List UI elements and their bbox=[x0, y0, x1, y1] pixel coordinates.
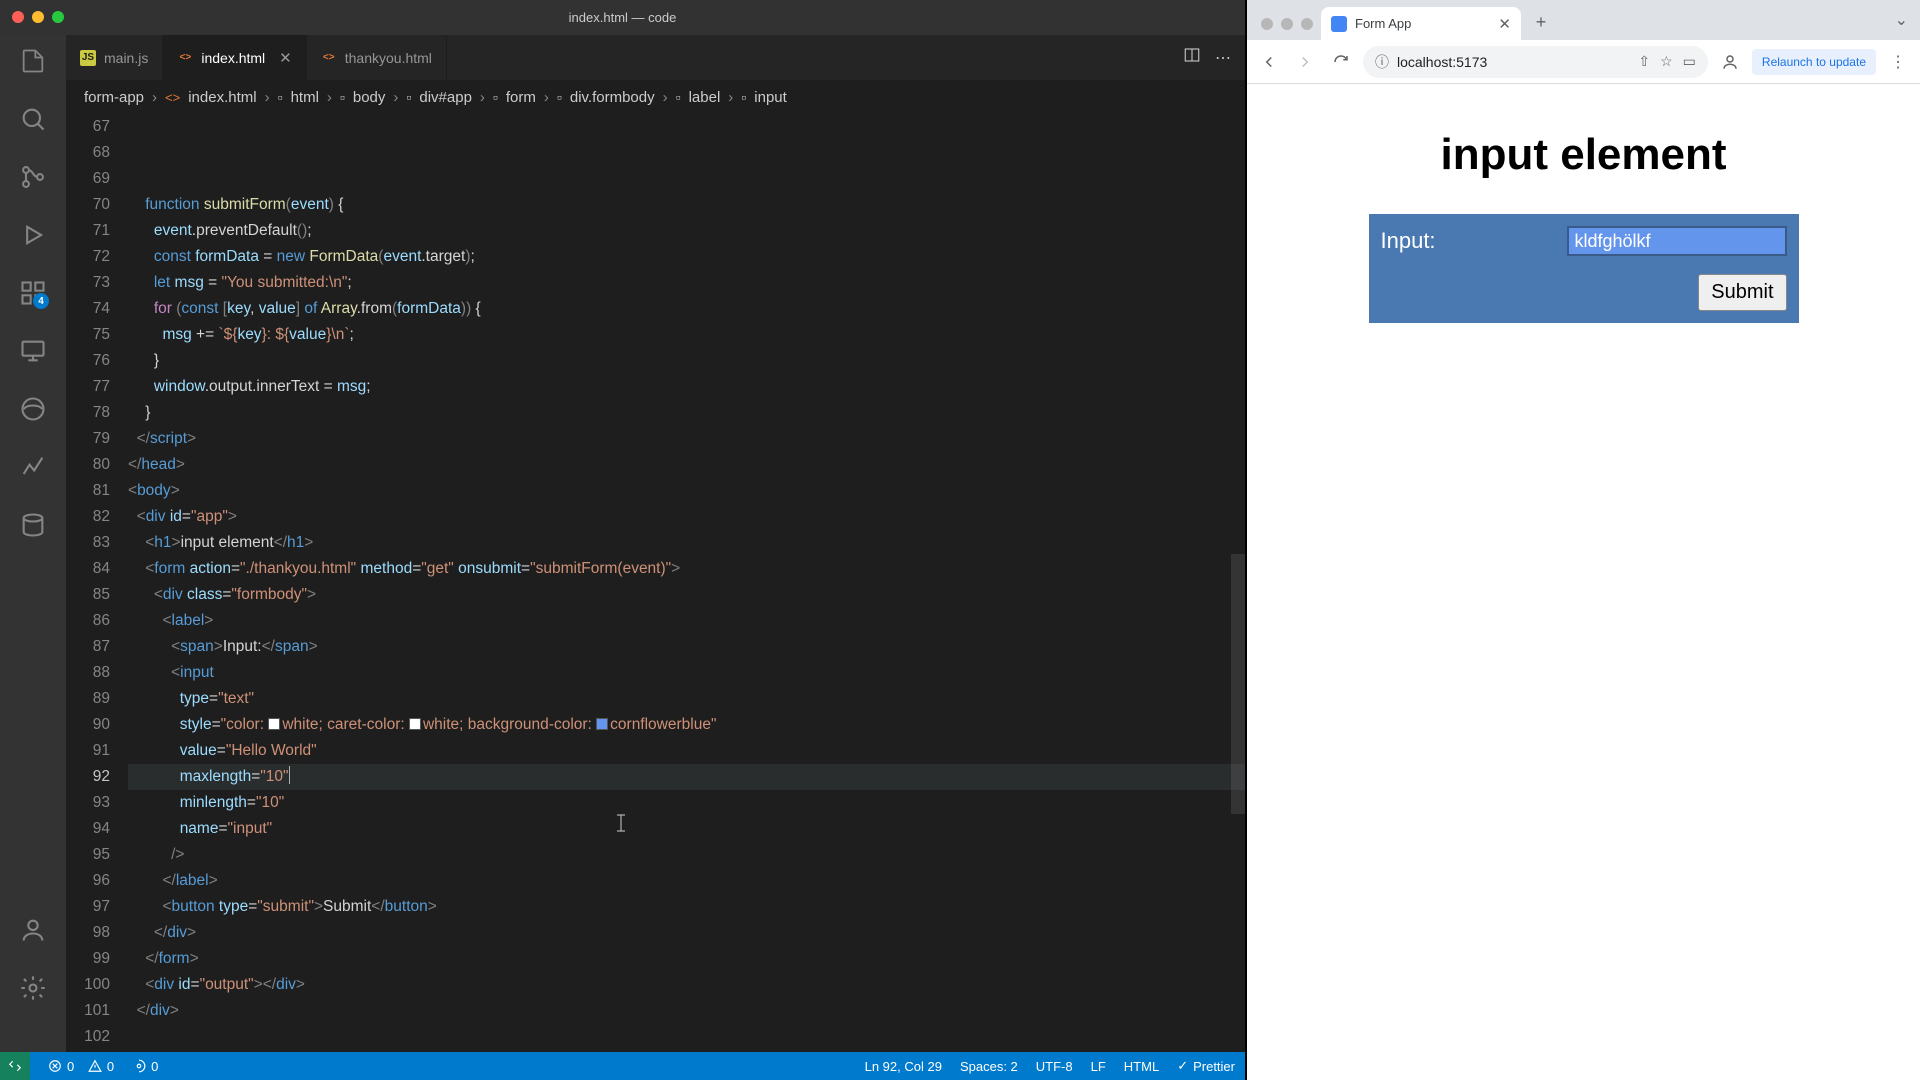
form-body: Input: Submit bbox=[1369, 214, 1799, 323]
relaunch-button[interactable]: Relaunch to update bbox=[1752, 49, 1876, 75]
tab-dropdown-icon[interactable]: ⌄ bbox=[1895, 10, 1920, 40]
browser-window: Form App ✕ + ⌄ ⓘ localhost:5173 ⇧ ☆ ▭ Re… bbox=[1245, 0, 1920, 1080]
extensions-icon[interactable]: 4 bbox=[19, 279, 47, 307]
bookmark-icon[interactable]: ☆ bbox=[1660, 53, 1673, 70]
symbol-icon: ▫ bbox=[340, 89, 345, 105]
statusbar: 0 0 0 Ln 92, Col 29 Spaces: 2 UTF-8 LF H… bbox=[0, 1052, 1245, 1080]
symbol-icon: ▫ bbox=[406, 89, 411, 105]
forward-button[interactable] bbox=[1291, 48, 1319, 76]
symbol-icon: ▫ bbox=[493, 89, 498, 105]
edge-icon[interactable] bbox=[19, 395, 47, 423]
tab-label: thankyou.html bbox=[345, 50, 432, 66]
url-text: localhost:5173 bbox=[1397, 54, 1487, 70]
reader-icon[interactable]: ▭ bbox=[1683, 53, 1696, 70]
scrollbar-thumb[interactable] bbox=[1231, 554, 1245, 814]
minimize-window[interactable] bbox=[32, 11, 44, 23]
window-title: index.html — code bbox=[569, 10, 677, 25]
close-tab-icon[interactable]: ✕ bbox=[279, 49, 292, 67]
breadcrumb-item[interactable]: div.formbody bbox=[570, 89, 655, 106]
titlebar: index.html — code bbox=[0, 0, 1245, 35]
indentation[interactable]: Spaces: 2 bbox=[960, 1059, 1018, 1074]
more-actions-icon[interactable]: ⋯ bbox=[1215, 48, 1231, 68]
breadcrumb-item[interactable]: form-app bbox=[84, 89, 144, 106]
browser-viewport: input element Input: Submit bbox=[1247, 84, 1920, 1080]
remote-explorer-icon[interactable] bbox=[19, 337, 47, 365]
js-file-icon: JS bbox=[80, 50, 96, 66]
new-tab-button[interactable]: + bbox=[1527, 8, 1555, 36]
close-tab-icon[interactable]: ✕ bbox=[1498, 15, 1511, 33]
vscode-window: index.html — code 4 JS main.js <> index.htm… bbox=[0, 0, 1245, 1080]
extensions-badge: 4 bbox=[33, 293, 49, 309]
breadcrumb-item[interactable]: div#app bbox=[419, 89, 472, 106]
tab-label: index.html bbox=[201, 50, 265, 66]
account-icon[interactable] bbox=[19, 916, 47, 944]
browser-menu-icon[interactable]: ⋮ bbox=[1884, 48, 1912, 76]
symbol-icon: ▫ bbox=[278, 89, 283, 105]
breadcrumb-item[interactable]: index.html bbox=[188, 89, 256, 106]
breadcrumb-item[interactable]: html bbox=[291, 89, 319, 106]
favicon-icon bbox=[1331, 16, 1347, 32]
browser-window-controls bbox=[1259, 18, 1321, 40]
symbol-icon: ▫ bbox=[676, 89, 681, 105]
editor-tab[interactable]: <> thankyou.html bbox=[307, 35, 447, 80]
submit-button[interactable]: Submit bbox=[1698, 274, 1786, 311]
input-label: Input: bbox=[1381, 228, 1436, 254]
back-button[interactable] bbox=[1255, 48, 1283, 76]
symbol-icon: ▫ bbox=[557, 89, 562, 105]
formatter[interactable]: ✓ Prettier bbox=[1177, 1058, 1235, 1074]
remote-indicator[interactable] bbox=[0, 1052, 30, 1080]
editor-tab[interactable]: JS main.js bbox=[66, 35, 163, 80]
symbol-icon: ▫ bbox=[741, 89, 746, 105]
window-controls bbox=[12, 11, 64, 23]
tab-title: Form App bbox=[1355, 16, 1411, 31]
breadcrumb-item[interactable]: body bbox=[353, 89, 386, 106]
breadcrumb-item[interactable]: form bbox=[506, 89, 536, 106]
reload-button[interactable] bbox=[1327, 48, 1355, 76]
editor-tab[interactable]: <> index.html ✕ bbox=[163, 35, 306, 80]
database-icon[interactable] bbox=[19, 511, 47, 539]
browser-tab[interactable]: Form App ✕ bbox=[1321, 7, 1521, 40]
close-window[interactable] bbox=[12, 11, 24, 23]
tab-label: main.js bbox=[104, 50, 148, 66]
activity-bar: 4 bbox=[0, 35, 66, 1052]
breadcrumb-item[interactable]: label bbox=[689, 89, 721, 106]
html-file-icon: <> bbox=[321, 50, 337, 66]
browser-toolbar: ⓘ localhost:5173 ⇧ ☆ ▭ Relaunch to updat… bbox=[1247, 40, 1920, 84]
text-input[interactable] bbox=[1567, 226, 1787, 256]
close-window[interactable] bbox=[1261, 18, 1273, 30]
breadcrumb-item[interactable]: input bbox=[754, 89, 787, 106]
run-debug-icon[interactable] bbox=[19, 221, 47, 249]
split-editor-icon[interactable] bbox=[1183, 46, 1201, 69]
share-icon[interactable]: ⇧ bbox=[1638, 53, 1650, 70]
page-heading: input element bbox=[1440, 130, 1726, 180]
explorer-icon[interactable] bbox=[19, 47, 47, 75]
maximize-window[interactable] bbox=[52, 11, 64, 23]
html-file-icon: <> bbox=[177, 50, 193, 66]
cursor-position[interactable]: Ln 92, Col 29 bbox=[865, 1059, 942, 1074]
graph-icon[interactable] bbox=[19, 453, 47, 481]
eol[interactable]: LF bbox=[1091, 1059, 1106, 1074]
maximize-window[interactable] bbox=[1301, 18, 1313, 30]
settings-gear-icon[interactable] bbox=[19, 974, 47, 1002]
profile-icon[interactable] bbox=[1716, 48, 1744, 76]
search-icon[interactable] bbox=[19, 105, 47, 133]
language-mode[interactable]: HTML bbox=[1124, 1059, 1159, 1074]
address-bar[interactable]: ⓘ localhost:5173 ⇧ ☆ ▭ bbox=[1363, 46, 1708, 78]
site-info-icon[interactable]: ⓘ bbox=[1375, 52, 1389, 72]
minimize-window[interactable] bbox=[1281, 18, 1293, 30]
problems-indicator[interactable]: 0 0 bbox=[48, 1059, 114, 1074]
source-control-icon[interactable] bbox=[19, 163, 47, 191]
browser-tabstrip: Form App ✕ + ⌄ bbox=[1247, 0, 1920, 40]
editor-tabs: JS main.js <> index.html ✕ <> thankyou.html ⋯ bbox=[66, 35, 1245, 80]
breadcrumbs[interactable]: form-app›<>index.html›▫html›▫body›▫div#a… bbox=[66, 80, 1245, 114]
code-editor[interactable]: 6768697071727374757677787980818283848586… bbox=[66, 114, 1245, 1052]
ports-indicator[interactable]: 0 bbox=[132, 1059, 158, 1074]
encoding[interactable]: UTF-8 bbox=[1036, 1059, 1073, 1074]
html-file-icon: <> bbox=[165, 90, 180, 105]
